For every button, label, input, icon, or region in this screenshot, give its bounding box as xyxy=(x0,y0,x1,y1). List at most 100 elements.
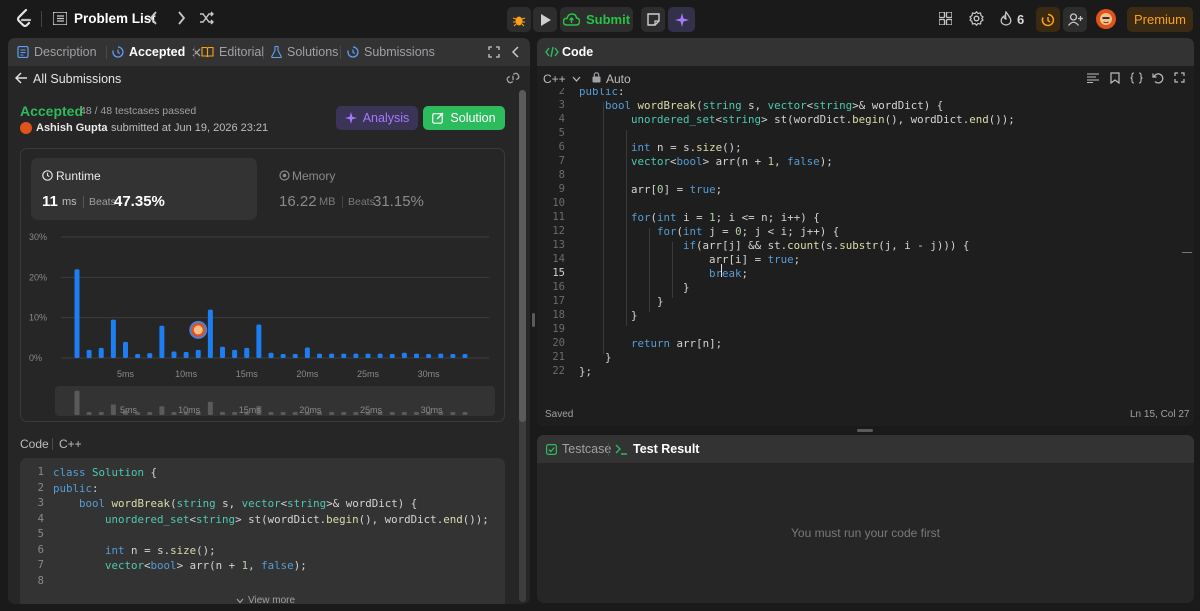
histogram-bar xyxy=(183,351,189,358)
left-tab-bar: Description Accepted Editorial Solutions… xyxy=(8,38,530,66)
tab-submissions-label: Submissions xyxy=(364,45,435,59)
code-line: public: xyxy=(53,481,99,495)
layout-grid-icon[interactable] xyxy=(939,12,952,25)
user-avatar[interactable] xyxy=(1096,9,1116,29)
format-icon[interactable] xyxy=(1087,73,1099,83)
bug-icon xyxy=(512,16,526,26)
memory-unit: MB xyxy=(319,196,336,208)
reset-icon[interactable] xyxy=(1152,72,1164,84)
tab-description[interactable]: Description xyxy=(17,38,97,66)
histogram-bar xyxy=(292,353,298,358)
language-label: C++ xyxy=(543,72,566,86)
language-select[interactable]: C++ xyxy=(543,72,581,86)
notes-button[interactable] xyxy=(641,7,665,32)
line-number: 3 xyxy=(37,497,44,509)
timer-icon xyxy=(1041,13,1055,26)
stats-container: Runtime 11 ms Beats 47.35% Memory 16.22 … xyxy=(20,148,505,422)
run-button[interactable] xyxy=(533,7,557,32)
tab-accepted[interactable]: Accepted xyxy=(112,38,201,66)
tab-separator xyxy=(106,46,107,59)
add-friend-button[interactable] xyxy=(1063,7,1087,32)
maximize-icon[interactable] xyxy=(488,46,500,58)
fullscreen-icon[interactable] xyxy=(1174,72,1185,83)
shuffle-icon[interactable] xyxy=(199,11,214,25)
list-icon[interactable] xyxy=(53,12,67,25)
histogram-bar xyxy=(353,353,359,358)
line-number: 2 xyxy=(558,88,565,97)
panel-resize-handle[interactable] xyxy=(532,313,535,327)
histogram-bar xyxy=(86,349,92,358)
submit-button[interactable]: Submit xyxy=(560,7,633,32)
debug-button[interactable] xyxy=(507,7,531,32)
editor-header: Code xyxy=(537,38,1194,66)
solution-button[interactable]: Solution xyxy=(423,106,505,130)
link-icon[interactable] xyxy=(506,72,520,84)
avatar-face xyxy=(193,325,203,335)
line-number: 15 xyxy=(552,267,565,279)
history-icon xyxy=(347,46,359,58)
submitter-name[interactable]: Ashish Gupta xyxy=(36,122,108,134)
braces-icon[interactable] xyxy=(1130,72,1143,84)
line-number: 6 xyxy=(558,141,565,153)
tab-submissions[interactable]: Submissions xyxy=(347,38,435,66)
line-number: 21 xyxy=(552,351,565,363)
view-more-button[interactable]: View more xyxy=(236,595,295,604)
line-number: 8 xyxy=(37,574,44,587)
gear-icon[interactable] xyxy=(969,11,984,26)
left-scrollbar-thumb[interactable] xyxy=(519,90,526,422)
lock-icon xyxy=(592,72,601,83)
tab-testcase[interactable]: Testcase xyxy=(546,435,611,463)
problem-list-link[interactable]: Problem List xyxy=(74,11,156,26)
code-brackets-icon xyxy=(545,46,559,58)
x-tick-label: 25ms xyxy=(357,369,380,379)
x-tick-label: 10ms xyxy=(175,369,198,379)
test-panel: Testcase Test Result You must run your c… xyxy=(537,435,1194,603)
line-number: 5 xyxy=(37,528,44,540)
line-number: 2 xyxy=(37,481,44,494)
histogram-bar xyxy=(123,341,128,358)
all-submissions-link[interactable]: All Submissions xyxy=(33,72,121,86)
tab-solutions[interactable]: Solutions xyxy=(271,38,338,66)
runtime-card[interactable]: Runtime 11 ms Beats 47.35% xyxy=(31,158,257,220)
timer-button[interactable] xyxy=(1036,7,1060,32)
ai-assist-button[interactable] xyxy=(668,7,695,32)
tab-separator xyxy=(340,46,341,59)
divider xyxy=(41,11,42,27)
edit-icon xyxy=(432,112,444,124)
line-number: 17 xyxy=(552,295,565,307)
overview-bar xyxy=(171,412,177,415)
chevron-left-icon[interactable] xyxy=(148,10,160,26)
y-tick-label: 10% xyxy=(29,313,47,323)
histogram-bar xyxy=(438,353,444,358)
overview-bar xyxy=(74,390,80,415)
collapse-icon[interactable] xyxy=(511,46,520,58)
overview-bar xyxy=(329,412,335,415)
overview-bar xyxy=(414,412,419,415)
leetcode-logo-icon[interactable] xyxy=(16,9,32,28)
panel-resize-handle-horizontal[interactable] xyxy=(857,429,873,432)
editor-toolbar: C++ Auto xyxy=(537,66,1194,88)
memory-beats-label: Beats xyxy=(348,196,375,208)
analysis-button[interactable]: Analysis xyxy=(336,106,418,130)
indent-guide xyxy=(626,130,627,326)
overview-bar xyxy=(232,412,238,415)
fire-icon[interactable] xyxy=(1000,11,1012,26)
line-number: 5 xyxy=(558,127,565,139)
overview-tick-label: 30ms xyxy=(421,405,444,415)
back-arrow-icon[interactable] xyxy=(15,72,28,84)
overview-bar xyxy=(292,412,298,415)
code-editor[interactable]: 2 public: 3 bool wordBreak(string s, vecto… xyxy=(537,88,1187,380)
code-line: break; xyxy=(709,267,749,280)
tab-editorial[interactable]: Editorial xyxy=(201,38,264,66)
editor-title: Code xyxy=(562,45,594,59)
histogram-bar xyxy=(304,347,310,358)
premium-button[interactable]: Premium xyxy=(1127,7,1193,32)
memory-card[interactable]: Memory 16.22 MB Beats 31.15% xyxy=(267,158,493,220)
autocomplete-mode[interactable]: Auto xyxy=(606,72,631,86)
text-cursor xyxy=(721,264,722,277)
line-number: 16 xyxy=(552,281,565,293)
chevron-right-icon[interactable] xyxy=(175,10,187,26)
tab-test-result[interactable]: Test Result xyxy=(615,435,699,463)
bookmark-icon[interactable] xyxy=(1110,72,1120,84)
histogram-bar xyxy=(341,353,347,358)
